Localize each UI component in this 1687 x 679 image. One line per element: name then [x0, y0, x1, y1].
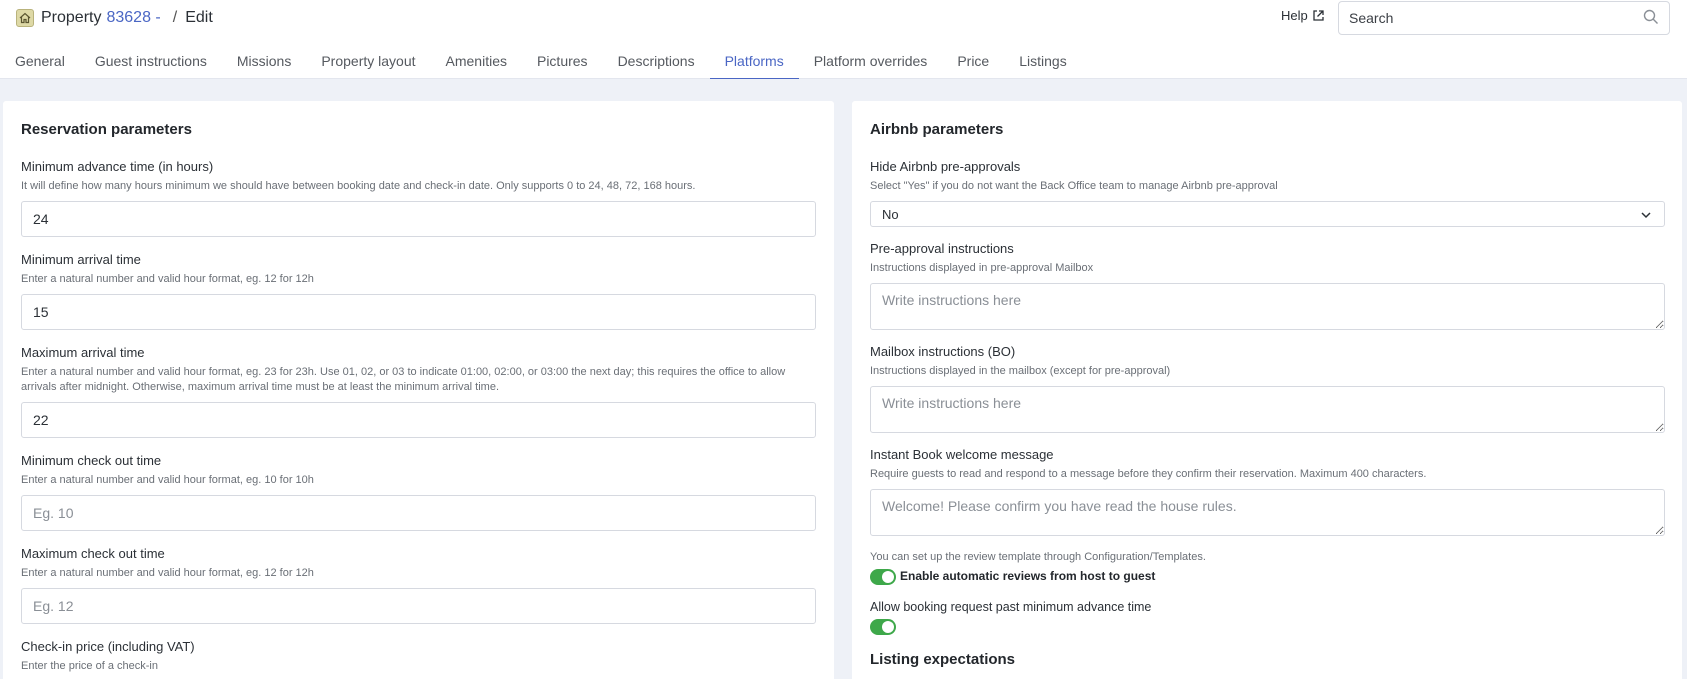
auto-reviews-label: Enable automatic reviews from host to gu… — [900, 569, 1156, 583]
preapproval-instructions-help: Instructions displayed in pre-approval M… — [870, 262, 1094, 274]
external-link-icon — [1313, 10, 1324, 21]
tab-pictures[interactable]: Pictures — [522, 52, 603, 79]
tab-missions[interactable]: Missions — [222, 52, 306, 79]
breadcrumb-title: Property — [41, 9, 102, 26]
listing-expectations-heading: Listing expectations — [870, 651, 1016, 668]
tab-bar: General Guest instructions Missions Prop… — [0, 52, 1082, 79]
review-template-note: You can set up the review template throu… — [870, 551, 1206, 563]
min-advance-label: Minimum advance time (in hours) — [21, 159, 214, 174]
max-arrival-label: Maximum arrival time — [21, 345, 145, 360]
max-arrival-help: Enter a natural number and valid hour fo… — [21, 366, 786, 393]
panel-title: Reservation parameters — [21, 121, 192, 138]
preapproval-instructions-label: Pre-approval instructions — [870, 241, 1014, 256]
instant-book-textarea[interactable] — [870, 489, 1665, 536]
tab-platform-overrides[interactable]: Platform overrides — [799, 52, 943, 79]
min-arrival-help: Enter a natural number and valid hour fo… — [21, 273, 314, 285]
tab-guest-instructions[interactable]: Guest instructions — [80, 52, 222, 79]
min-arrival-label: Minimum arrival time — [21, 252, 141, 267]
instant-book-help: Require guests to read and respond to a … — [870, 468, 1427, 480]
tab-general[interactable]: General — [0, 52, 80, 79]
reservation-parameters-panel: Reservation parameters Minimum advance t… — [3, 101, 834, 679]
max-arrival-input[interactable] — [21, 402, 816, 438]
breadcrumb-current: Edit — [185, 9, 213, 26]
instant-book-label: Instant Book welcome message — [870, 447, 1054, 462]
breadcrumb-separator: / — [172, 9, 178, 26]
min-checkout-label: Minimum check out time — [21, 453, 162, 468]
hide-preapprovals-select[interactable]: No — [870, 201, 1665, 227]
hide-preapprovals-value: No — [882, 206, 899, 222]
hide-preapprovals-label: Hide Airbnb pre-approvals — [870, 159, 1021, 174]
help-link[interactable]: Help — [1281, 8, 1325, 23]
breadcrumb: Property 83628 - / Edit — [16, 7, 213, 29]
min-checkout-input[interactable] — [21, 495, 816, 531]
hide-preapprovals-help: Select "Yes" if you do not want the Back… — [870, 180, 1278, 192]
search-box — [1338, 1, 1670, 35]
max-checkout-help: Enter a natural number and valid hour fo… — [21, 567, 314, 579]
tab-descriptions[interactable]: Descriptions — [603, 52, 710, 79]
breadcrumb-property-link[interactable]: 83628 - — [106, 9, 160, 27]
chevron-down-icon — [1641, 212, 1651, 219]
search-icon[interactable] — [1643, 9, 1659, 25]
mailbox-instructions-help: Instructions displayed in the mailbox (e… — [870, 365, 1171, 377]
max-checkout-label: Maximum check out time — [21, 546, 165, 561]
tab-listings[interactable]: Listings — [1004, 52, 1081, 79]
tab-price[interactable]: Price — [942, 52, 1004, 79]
tab-amenities[interactable]: Amenities — [431, 52, 522, 79]
tab-property-layout[interactable]: Property layout — [306, 52, 430, 79]
preapproval-instructions-textarea[interactable] — [870, 283, 1665, 330]
checkin-price-label: Check-in price (including VAT) — [21, 639, 195, 654]
min-arrival-input[interactable] — [21, 294, 816, 330]
tab-platforms[interactable]: Platforms — [709, 52, 799, 79]
min-advance-help: It will define how many hours minimum we… — [21, 180, 696, 192]
panel-title: Airbnb parameters — [870, 121, 1004, 138]
allow-booking-label: Allow booking request past minimum advan… — [870, 600, 1152, 614]
max-checkout-input[interactable] — [21, 588, 816, 624]
allow-booking-toggle[interactable] — [870, 619, 896, 635]
top-bar: Property 83628 - / Edit Help General Gue… — [0, 0, 1687, 79]
min-checkout-help: Enter a natural number and valid hour fo… — [21, 474, 314, 486]
search-input[interactable] — [1339, 2, 1629, 34]
mailbox-instructions-textarea[interactable] — [870, 386, 1665, 433]
mailbox-instructions-label: Mailbox instructions (BO) — [870, 344, 1016, 359]
min-advance-input[interactable] — [21, 201, 816, 237]
home-icon[interactable] — [16, 9, 34, 27]
checkin-price-help: Enter the price of a check-in — [21, 660, 158, 672]
airbnb-parameters-panel: Airbnb parameters Hide Airbnb pre-approv… — [852, 101, 1682, 679]
auto-reviews-toggle[interactable] — [870, 569, 896, 585]
help-label: Help — [1281, 8, 1308, 23]
